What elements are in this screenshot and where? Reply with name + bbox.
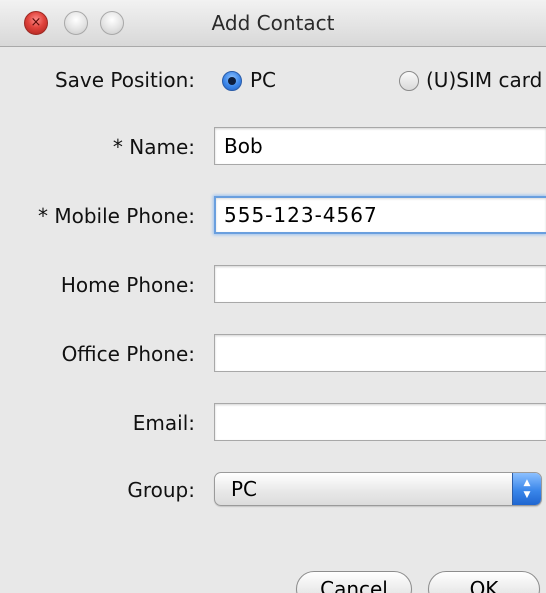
- mobile-phone-label: * Mobile Phone:: [37, 204, 195, 228]
- ok-button[interactable]: OK: [428, 571, 540, 593]
- name-field[interactable]: Bob: [214, 127, 546, 165]
- email-field[interactable]: [214, 403, 546, 441]
- save-position-label: Save Position:: [54, 68, 195, 92]
- mobile-phone-field[interactable]: 555-123-4567: [214, 196, 546, 234]
- name-label: * Name:: [112, 135, 195, 159]
- title-bar: × Add Contact: [0, 0, 546, 47]
- home-phone-label: Home Phone:: [60, 273, 195, 297]
- group-label: Group:: [127, 478, 195, 502]
- save-position-pc-label[interactable]: PC: [250, 68, 276, 92]
- radio-selected-dot: [228, 77, 236, 85]
- office-phone-label: Office Phone:: [61, 342, 195, 366]
- office-phone-field[interactable]: [214, 334, 546, 372]
- cancel-button[interactable]: Cancel: [296, 571, 412, 593]
- save-position-sim-label[interactable]: (U)SIM card: [426, 68, 542, 92]
- save-position-pc-radio[interactable]: [222, 71, 242, 91]
- group-select[interactable]: PC ▲ ▼: [214, 472, 542, 506]
- window-title: Add Contact: [211, 11, 335, 35]
- select-arrows-icon: ▲ ▼: [512, 473, 541, 505]
- group-select-value: PC: [231, 477, 258, 501]
- save-position-sim-radio[interactable]: [399, 71, 419, 91]
- email-label: Email:: [132, 411, 195, 435]
- add-contact-window: × Add Contact Save Position: PC (U)SIM c…: [0, 0, 546, 593]
- home-phone-field[interactable]: [214, 265, 546, 303]
